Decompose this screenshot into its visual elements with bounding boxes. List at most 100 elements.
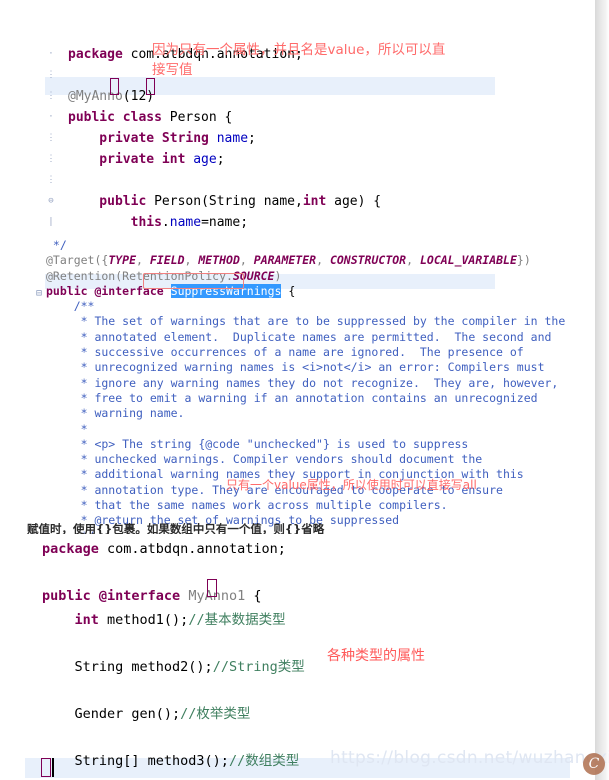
code-token: * that the same names work across multip… xyxy=(46,498,448,513)
code-token: * <p> The string {@code "unchecked"} is … xyxy=(46,436,469,451)
gutter-mark: ⋮ xyxy=(46,133,56,143)
code-token: String method2(); xyxy=(42,658,213,675)
code-line: * annotated element. Duplicate names are… xyxy=(46,330,565,345)
code-token: com.atbdqn.annotation; xyxy=(98,541,286,557)
code-token: ) xyxy=(274,268,282,283)
code-line: * unrecognized warning names is <i>not</… xyxy=(46,360,565,375)
brace-match-highlight-open xyxy=(207,579,217,597)
code-line: package com.atbdqn.annotation; xyxy=(42,538,305,562)
code-line: Gender gen();//枚举类型 xyxy=(42,703,305,727)
code-line: * ignore any warning names they do not r… xyxy=(46,376,565,391)
code-line: String method2();//String类型 xyxy=(42,656,305,680)
code-token: package xyxy=(68,47,123,62)
code-token: /** xyxy=(46,299,95,314)
code-token: method1(); xyxy=(98,611,189,628)
code-token: //String类型 xyxy=(212,658,305,675)
gutter-mark: ⋮ xyxy=(46,91,56,101)
note-various-types: 各种类型的属性 xyxy=(327,648,425,664)
gutter-mark: ⋮ xyxy=(46,154,56,164)
brace-match-highlight-close xyxy=(41,758,51,777)
code-token: this xyxy=(68,215,162,230)
code-line: private int age; xyxy=(68,149,381,170)
code-line: * <p> The string {@code "unchecked"} is … xyxy=(46,437,565,452)
code-token: */ xyxy=(46,238,67,252)
screenshot-root: · ⋮ ⋮ · ⋮ ⋮ ⋮ ⊖ | | · package com.atbdqn… xyxy=(0,0,609,780)
paren-match-highlight-open xyxy=(110,78,119,95)
code-line: public class Person { xyxy=(68,107,381,128)
code-token: * xyxy=(46,421,88,436)
code-token: //数组类型 xyxy=(228,752,300,769)
code-token: private int xyxy=(68,152,186,167)
code-line: * free to emit a warning if an annotatio… xyxy=(46,391,565,406)
code-token: . xyxy=(161,215,170,230)
code-token: private String xyxy=(68,131,209,146)
highlight-box-suppresswarnings xyxy=(143,273,244,289)
code-line: * successive occurrences of a name are i… xyxy=(46,345,565,360)
code-token: TYPE xyxy=(108,253,137,268)
code-token: age) { xyxy=(326,194,382,209)
gutter-mark: · xyxy=(48,112,54,122)
code-token: FIELD xyxy=(149,253,185,268)
gutter-mark: ⋮ xyxy=(46,70,56,80)
code-line: */ xyxy=(46,238,565,253)
code-token: int xyxy=(302,194,327,209)
gutter-mark: | xyxy=(48,217,54,227)
code-line: * that the same names work across multip… xyxy=(46,498,565,513)
code-token: , xyxy=(406,253,420,268)
code-token: LOCAL_VARIABLE xyxy=(419,253,517,268)
code-line: * unchecked warnings. Compiler vendors s… xyxy=(46,452,565,467)
code-line: this.name=name; xyxy=(68,212,381,233)
code-token: * unrecognized warning names is <i>not</… xyxy=(46,360,545,375)
code-line: * The set of warnings that are to be sup… xyxy=(46,314,566,329)
code-token: * successive occurrences of a name are i… xyxy=(46,345,524,360)
note-top-line2: 接写值 xyxy=(152,62,193,78)
note-value-attribute: 只有一个value属性，所以使用时可以直接写all xyxy=(226,478,477,492)
code-token: * annotated element. Duplicate names are… xyxy=(46,329,552,344)
code-token: METHOD xyxy=(198,253,240,268)
code-line: public @interface MyAnno1 { xyxy=(42,585,305,609)
code-text-myanno1[interactable]: package com.atbdqn.annotation; public @i… xyxy=(42,538,305,780)
csdn-logo-icon: C xyxy=(583,753,605,775)
vertical-scrollbar[interactable] xyxy=(595,0,609,780)
code-token: , xyxy=(184,253,199,268)
gutter-fold-icon[interactable]: ⊖ xyxy=(40,191,62,212)
code-line: public @interface SuppressWarnings { xyxy=(46,283,565,299)
code-token: @Target({ xyxy=(46,253,109,268)
code-token: name xyxy=(169,215,202,230)
code-token: }) xyxy=(516,253,531,268)
gutter-mark: ⋮ xyxy=(46,175,56,185)
code-token: ; xyxy=(216,152,225,167)
note-top-line1: 因为只有一个属性，并且名是value，所以可以直 xyxy=(152,42,446,58)
code-line: @Retention(RetentionPolicy.SOURCE) xyxy=(46,269,565,284)
text-caret xyxy=(52,758,54,777)
code-token: int xyxy=(42,611,99,628)
code-token: , xyxy=(316,253,330,268)
code-token: * warning name. xyxy=(46,406,185,421)
code-line: /** xyxy=(46,299,565,314)
code-token: name xyxy=(263,194,295,209)
code-line: @Target({TYPE, FIELD, METHOD, PARAMETER,… xyxy=(46,253,565,268)
code-token: public xyxy=(68,194,147,209)
code-token: name xyxy=(216,131,249,146)
code-line: * warning name. xyxy=(46,406,565,421)
code-token: ; xyxy=(248,131,256,146)
code-token: { xyxy=(281,283,296,298)
code-token: String[] method3(); xyxy=(42,752,229,769)
code-token: //基本数据类型 xyxy=(188,611,286,628)
code-token: * unchecked warnings. Compiler vendors s… xyxy=(46,452,483,467)
code-token: , xyxy=(136,253,150,268)
code-token: PARAMETER xyxy=(253,253,317,268)
code-pane-suppresswarnings[interactable]: */@Target({TYPE, FIELD, METHOD, PARAMETE… xyxy=(0,236,595,735)
gutter-fold-icon[interactable]: ⊟ xyxy=(36,288,42,299)
code-pane-myanno1[interactable]: package com.atbdqn.annotation; public @i… xyxy=(0,534,595,780)
code-line: private String name; xyxy=(68,128,381,149)
watermark-url: https://blog.csdn.net/wuzhangxiong122 xyxy=(330,748,609,768)
code-token: public @interface xyxy=(42,588,181,604)
code-token: Person(String xyxy=(146,194,264,209)
code-token: public class xyxy=(68,110,162,125)
